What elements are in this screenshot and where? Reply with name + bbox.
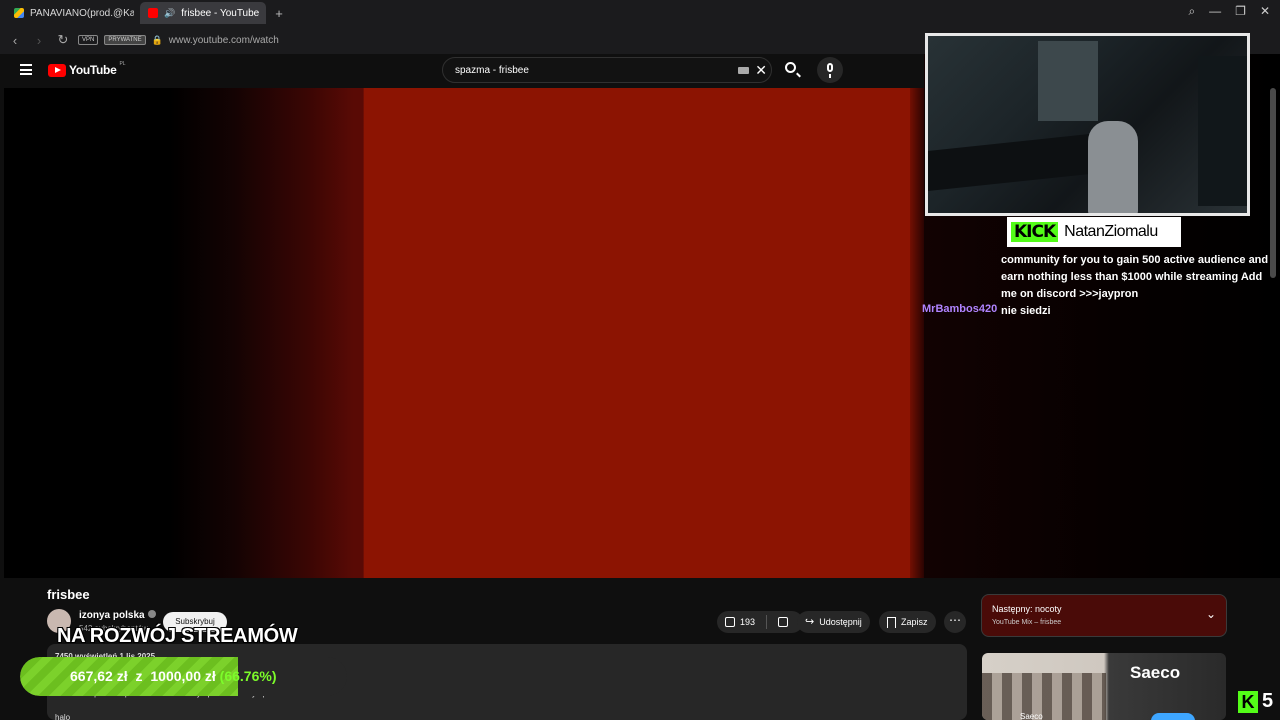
save-button[interactable]: Zapisz: [879, 611, 936, 633]
next-up-subtitle: YouTube Mix – frisbee: [992, 619, 1062, 626]
ad-product-image: [982, 673, 1106, 720]
browser-tab-bar: PANAVIANO(prod.@Kamp 🔊 frisbee - YouTube…: [0, 0, 1280, 26]
microphone-icon: [827, 63, 833, 78]
search-button[interactable]: [780, 57, 806, 83]
voice-search-button[interactable]: [817, 57, 843, 83]
back-icon[interactable]: ‹: [6, 33, 24, 48]
search-box[interactable]: spazma - frisbee ✕: [442, 57, 772, 83]
youtube-wordmark: YouTube: [69, 63, 117, 77]
chat-message-line: community for you to gain 500 active aud…: [1001, 254, 1269, 266]
kick-icon: K: [1238, 690, 1258, 713]
speaker-icon[interactable]: 🔊: [164, 8, 175, 19]
goal-current: 667,62 zł: [70, 668, 128, 684]
lock-icon[interactable]: 🔒: [152, 35, 163, 46]
dislike-icon[interactable]: [778, 617, 789, 627]
video-player[interactable]: [4, 88, 924, 578]
country-code: PL: [119, 61, 126, 67]
webcam-wall: [1038, 41, 1098, 121]
like-count[interactable]: 193: [740, 611, 755, 633]
goal-percent: (66.76%): [219, 668, 277, 684]
donation-goal-text: 667,62 zł z 1000,00 zł (66.76%): [70, 668, 276, 684]
chat-message-line: me on discord >>>jaypron: [1001, 288, 1139, 300]
share-icon: ↪: [805, 616, 815, 628]
description-text: halo: [55, 713, 71, 720]
page-scrollbar[interactable]: [1270, 88, 1276, 278]
chat-message-line: earn nothing less than $1000 while strea…: [1001, 271, 1263, 283]
restore-icon[interactable]: ❐: [1235, 4, 1246, 19]
reload-icon[interactable]: ↻: [54, 32, 72, 48]
divider: [766, 615, 768, 629]
forward-icon[interactable]: ›: [30, 33, 48, 48]
chevron-down-icon[interactable]: ⌄: [1206, 607, 1216, 621]
search-icon: [785, 62, 796, 73]
webcam-person: [1088, 121, 1138, 213]
goal-target: 1000,00 zł: [150, 668, 216, 684]
webcam-overlay: [925, 33, 1250, 216]
youtube-logo[interactable]: YouTube PL: [48, 61, 126, 77]
next-up-panel[interactable]: Następny: nocoty YouTube Mix – frisbee ⌄: [981, 594, 1227, 637]
channel-name[interactable]: izonya polska: [79, 610, 145, 621]
tab-label: frisbee - YouTube: [181, 7, 260, 19]
minimize-icon[interactable]: —: [1209, 4, 1221, 19]
stream-headline: NA ROZWÓJ STREAMÓW: [57, 625, 298, 647]
window-controls: ⌕ — ❐ ✕: [1188, 4, 1270, 19]
new-tab-button[interactable]: +: [272, 6, 286, 21]
tab-youtube[interactable]: 🔊 frisbee - YouTube: [140, 2, 266, 24]
drive-icon: [14, 8, 24, 18]
kick-logo: KICK: [1011, 222, 1059, 242]
save-label: Zapisz: [901, 617, 928, 627]
video-frame: [364, 88, 910, 578]
ad-channel-name[interactable]: Saeco: [1020, 712, 1043, 720]
verified-icon: [147, 610, 156, 618]
share-label: Udostępnij: [819, 617, 862, 627]
chat-username: MrBambos420: [922, 303, 998, 315]
viewer-count: 5: [1262, 690, 1274, 712]
goal-separator: z: [135, 668, 143, 684]
search-input[interactable]: spazma - frisbee: [455, 65, 529, 76]
url-field[interactable]: www.youtube.com/watch: [169, 35, 279, 46]
search-tabs-icon[interactable]: ⌕: [1188, 4, 1195, 19]
chat-message-line: nie siedzi: [1001, 305, 1051, 317]
channel-name-row[interactable]: izonya polska: [79, 610, 156, 621]
webcam-chair: [1198, 56, 1247, 206]
close-icon[interactable]: ✕: [1260, 4, 1270, 19]
donation-goal-bar: 667,62 zł z 1000,00 zł (66.76%): [20, 657, 347, 696]
ad-card[interactable]: Saeco: [982, 653, 1226, 720]
youtube-header: YouTube PL spazma - frisbee ✕: [4, 54, 924, 88]
ad-brand-logo: Saeco: [1130, 663, 1181, 682]
streamer-name: NatanZiomalu: [1064, 223, 1158, 240]
like-icon[interactable]: [725, 617, 735, 627]
youtube-play-icon: [48, 63, 66, 77]
menu-icon[interactable]: [20, 64, 32, 75]
private-badge: PRYWATNE: [104, 35, 146, 45]
share-button[interactable]: ↪ Udostępnij: [797, 611, 870, 633]
keyboard-icon[interactable]: [738, 67, 749, 74]
tab-panaviano[interactable]: PANAVIANO(prod.@Kamp: [6, 2, 134, 24]
more-actions-button[interactable]: ⋯: [944, 611, 966, 633]
save-icon: [887, 616, 896, 628]
tab-label: PANAVIANO(prod.@Kamp: [30, 7, 134, 19]
vpn-badge[interactable]: VPN: [78, 35, 99, 45]
like-dislike-group: 193: [717, 611, 803, 633]
next-up-title: Następny: nocoty: [992, 604, 1062, 614]
video-title: frisbee: [47, 587, 90, 602]
ad-cta-button[interactable]: [1151, 713, 1195, 720]
kick-viewer-count: K 5: [1238, 690, 1273, 713]
clear-search-icon[interactable]: ✕: [755, 62, 767, 79]
youtube-icon: [148, 8, 158, 18]
kick-name-tag: KICK NatanZiomalu: [1007, 217, 1181, 247]
